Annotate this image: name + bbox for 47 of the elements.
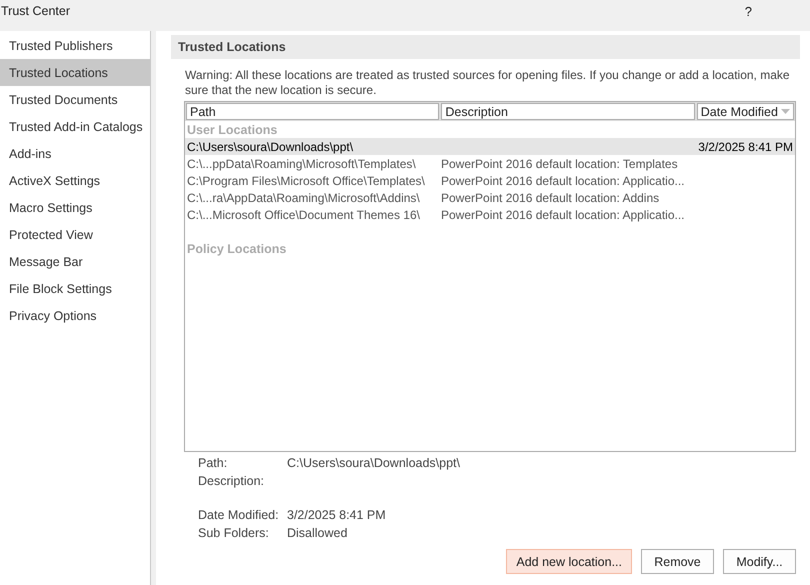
location-row[interactable]: C:\...ra\AppData\Roaming\Microsoft\Addins\ PowerPoint 2016 default location: Addins [185, 189, 795, 206]
description-cell-text: PowerPoint 2016 default location: Applicatio... [440, 174, 686, 188]
dialog-button[interactable]: Remove [641, 549, 714, 574]
help-button[interactable]: ? [744, 4, 752, 18]
sidebar-item[interactable]: Trusted Locations [0, 59, 150, 86]
column-header[interactable]: Description [441, 103, 695, 120]
dialog-button[interactable]: Modify... [723, 549, 796, 574]
date-cell-text: 3/2/2025 8:41 PM [697, 140, 794, 154]
detail-label: Sub Folders: [198, 525, 270, 541]
column-header[interactable]: Date Modified [696, 103, 794, 120]
sidebar-item[interactable]: Message Bar [0, 248, 150, 275]
sidebar-item[interactable]: Trusted Publishers [0, 32, 150, 59]
section-title: Trusted Locations [171, 35, 800, 59]
detail-label: Path: [198, 455, 228, 471]
location-row[interactable]: C:\Users\soura\Downloads\ppt\ 3/2/2025 8:41 PM [185, 138, 795, 155]
detail-label: Date Modified: [198, 507, 280, 523]
group-header: Policy Locations [186, 240, 288, 257]
dialog-button[interactable]: Add new location... [506, 549, 632, 574]
description-cell-text: PowerPoint 2016 default location: Applicatio... [440, 208, 686, 222]
description-cell-text: PowerPoint 2016 default location: Templates [440, 156, 679, 170]
path-cell-text: C:\Program Files\Microsoft Office\Templates\ [186, 174, 426, 188]
detail-value: 3/2/2025 8:41 PM [287, 507, 387, 523]
sidebar-item[interactable]: ActiveX Settings [0, 167, 150, 194]
sidebar-item[interactable]: Trusted Documents [0, 86, 150, 113]
warning-text: Warning: All these locations are treated as trusted sources for opening files. If you change or add a location, make sure that the new location is secure. [185, 68, 791, 98]
window-title: Trust Center [1, 4, 70, 18]
location-row[interactable]: C:\Program Files\Microsoft Office\Templates\ PowerPoint 2016 default location: Applicatio... [185, 172, 795, 189]
path-cell-text: C:\...ppData\Roaming\Microsoft\Templates\ [186, 156, 417, 170]
sidebar-item[interactable]: Privacy Options [0, 302, 150, 329]
group-header: User Locations [186, 122, 278, 138]
location-row[interactable]: C:\...ppData\Roaming\Microsoft\Templates\ PowerPoint 2016 default location: Templates [185, 155, 795, 172]
sidebar-item[interactable]: Add-ins [0, 140, 150, 167]
detail-label: Description: [198, 473, 265, 489]
sidebar-item[interactable]: Macro Settings [0, 194, 150, 221]
location-row[interactable]: C:\...Microsoft Office\Document Themes 16\ PowerPoint 2016 default location: Applicatio... [185, 206, 795, 223]
description-cell-text: PowerPoint 2016 default location: Addins [440, 190, 660, 204]
detail-value: Disallowed [287, 525, 348, 541]
locations-list[interactable] [184, 101, 796, 452]
path-cell-text: C:\Users\soura\Downloads\ppt\ [186, 140, 354, 154]
path-cell-text: C:\...ra\AppData\Roaming\Microsoft\Addins\ [186, 190, 421, 204]
sidebar-item[interactable]: File Block Settings [0, 275, 150, 302]
detail-value: C:\Users\soura\Downloads\ppt\ [287, 455, 461, 471]
sidebar-item[interactable]: Trusted Add-in Catalogs [0, 113, 150, 140]
sort-caret-icon [781, 109, 790, 114]
path-cell-text: C:\...Microsoft Office\Document Themes 16\ [186, 208, 421, 222]
column-header[interactable]: Path [186, 103, 440, 120]
sidebar-item[interactable]: Protected View [0, 221, 150, 248]
